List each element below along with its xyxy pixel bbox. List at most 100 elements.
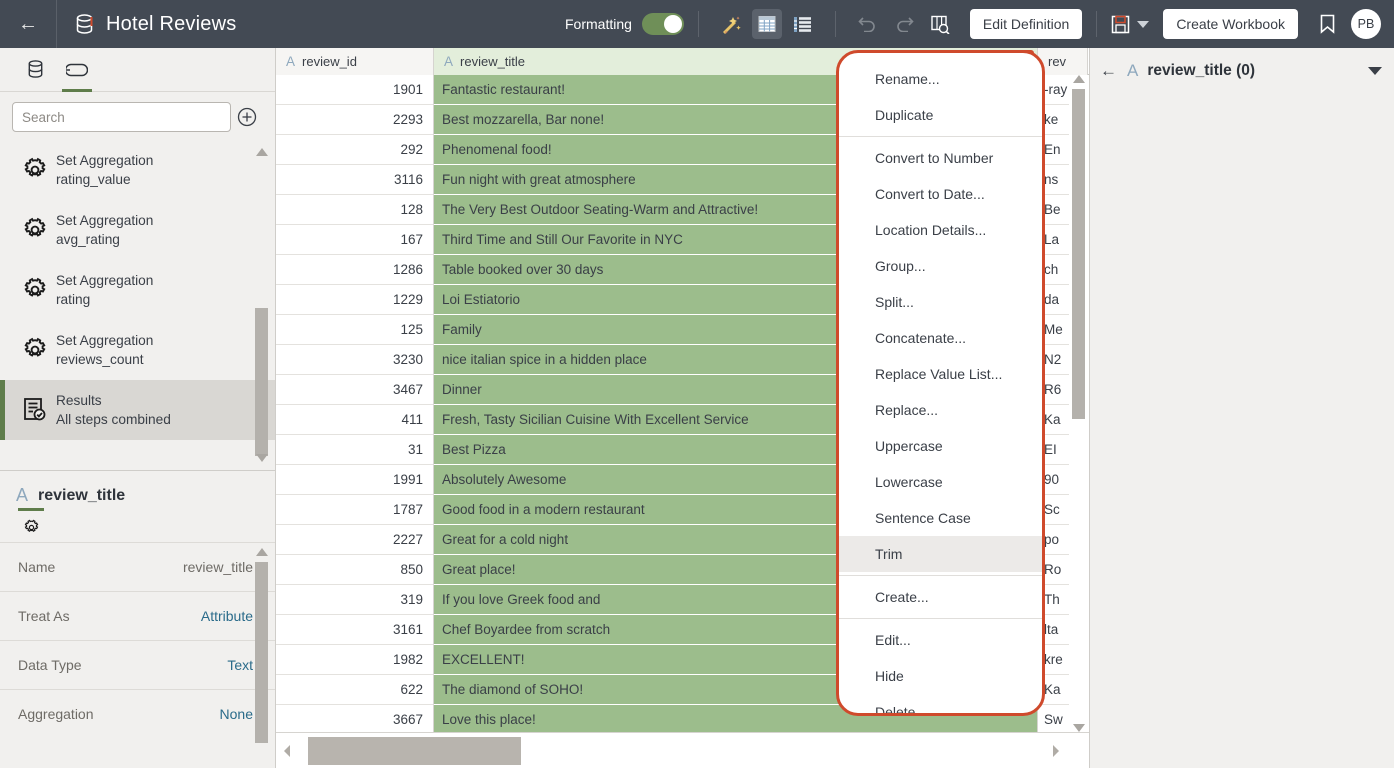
menu-item-split[interactable]: Split...	[839, 284, 1042, 320]
cell-review-id[interactable]: 1286	[276, 255, 434, 285]
gear-icon	[14, 336, 56, 364]
step-title: Set Aggregation	[56, 331, 153, 350]
column-context-menu: Rename...Duplicate Convert to NumberConve…	[836, 50, 1045, 716]
column-header-label: review_title	[460, 54, 525, 69]
step-item[interactable]: Set Aggregation rating_value	[0, 140, 275, 200]
avatar[interactable]: PB	[1351, 9, 1381, 39]
property-value[interactable]: None	[220, 706, 253, 722]
properties-scrollbar[interactable]	[255, 548, 269, 743]
field-tab-settings[interactable]	[16, 512, 46, 542]
menu-item-replace[interactable]: Replace...	[839, 392, 1042, 428]
formatting-toggle[interactable]	[642, 13, 684, 35]
cell-review-id[interactable]: 128	[276, 195, 434, 225]
cell-review-id[interactable]: 167	[276, 225, 434, 255]
magic-wand-icon[interactable]	[716, 9, 746, 39]
menu-item-uppercase[interactable]: Uppercase	[839, 428, 1042, 464]
grid-vscroll-track[interactable]	[1072, 75, 1086, 732]
chevron-right-icon[interactable]	[1045, 733, 1067, 768]
search-input[interactable]	[12, 102, 231, 132]
steps-scrollbar[interactable]	[255, 148, 269, 462]
step-title: Set Aggregation	[56, 151, 153, 170]
scrollbar-thumb[interactable]	[255, 562, 268, 743]
cell-review-id[interactable]: 1901	[276, 75, 434, 105]
bookmark-button[interactable]	[1312, 9, 1342, 39]
create-workbook-button[interactable]: Create Workbook	[1163, 9, 1298, 39]
right-panel-title: review_title (0)	[1147, 62, 1255, 80]
save-button[interactable]	[1111, 15, 1149, 34]
hscroll-thumb[interactable]	[308, 737, 521, 765]
menu-item-location-details[interactable]: Location Details...	[839, 212, 1042, 248]
cell-review-id[interactable]: 850	[276, 555, 434, 585]
cell-review-id[interactable]: 411	[276, 405, 434, 435]
grid-view-button[interactable]	[752, 9, 782, 39]
redo-button[interactable]	[889, 9, 919, 39]
lineage-button[interactable]	[925, 9, 955, 39]
property-key: Name	[18, 559, 55, 575]
scrollbar-thumb[interactable]	[1072, 89, 1085, 419]
undo-button[interactable]	[853, 9, 883, 39]
menu-item-group[interactable]: Group...	[839, 248, 1042, 284]
cell-review-id[interactable]: 3161	[276, 615, 434, 645]
step-item[interactable]: Set Aggregation reviews_count	[0, 320, 275, 380]
step-item[interactable]: Set Aggregation avg_rating	[0, 200, 275, 260]
step-text: Set Aggregation rating	[56, 271, 153, 309]
cell-review-id[interactable]: 1229	[276, 285, 434, 315]
scroll-up-icon[interactable]	[256, 548, 268, 556]
menu-item-convert-to-date[interactable]: Convert to Date...	[839, 176, 1042, 212]
property-value[interactable]: Attribute	[201, 608, 253, 624]
right-panel-header: ← A review_title (0)	[1090, 48, 1394, 94]
menu-item-duplicate[interactable]: Duplicate	[839, 97, 1042, 133]
cell-review-id[interactable]: 319	[276, 585, 434, 615]
cell-review-id[interactable]: 292	[276, 135, 434, 165]
cell-review-id[interactable]: 1787	[276, 495, 434, 525]
menu-item-hide[interactable]: Hide	[839, 658, 1042, 694]
step-title: Set Aggregation	[56, 271, 153, 290]
cell-review-id[interactable]: 3230	[276, 345, 434, 375]
menu-item-delete[interactable]: Delete	[839, 694, 1042, 716]
grid-vertical-scrollbar[interactable]	[1069, 75, 1089, 732]
menu-item-sentence-case[interactable]: Sentence Case	[839, 500, 1042, 536]
cell-review-id[interactable]: 622	[276, 675, 434, 705]
step-item[interactable]: Set Aggregation rating	[0, 260, 275, 320]
cell-review-id[interactable]: 2293	[276, 105, 434, 135]
menu-item-concatenate[interactable]: Concatenate...	[839, 320, 1042, 356]
menu-item-trim[interactable]: Trim	[839, 536, 1042, 572]
cell-review-id[interactable]: 1982	[276, 645, 434, 675]
grid-horizontal-scrollbar[interactable]	[276, 732, 1089, 768]
arrow-left-icon[interactable]: ←	[1100, 61, 1117, 81]
hscroll-track[interactable]	[298, 733, 1089, 768]
cell-review-id[interactable]: 2227	[276, 525, 434, 555]
cell-review-id[interactable]: 3116	[276, 165, 434, 195]
menu-item-rename[interactable]: Rename...	[839, 61, 1042, 97]
edit-definition-button[interactable]: Edit Definition	[970, 9, 1082, 39]
column-header-review-id[interactable]: A review_id	[276, 48, 434, 75]
property-value[interactable]: Text	[227, 657, 253, 673]
field-properties: Name review_title Treat As Attribute Dat…	[0, 542, 275, 738]
sidebar-tab-transforms[interactable]	[56, 48, 98, 92]
chevron-down-icon[interactable]	[1368, 67, 1382, 75]
scroll-down-icon[interactable]	[256, 454, 268, 462]
menu-item-edit[interactable]: Edit...	[839, 622, 1042, 658]
undo-icon	[858, 16, 878, 32]
cell-review-id[interactable]: 3667	[276, 705, 434, 735]
cell-review-id[interactable]: 31	[276, 435, 434, 465]
scroll-down-icon[interactable]	[1073, 724, 1085, 732]
column-header-rev[interactable]: rev	[1038, 48, 1088, 75]
list-view-button[interactable]	[788, 9, 818, 39]
sidebar-tab-data-sources[interactable]	[14, 48, 56, 92]
scroll-up-icon[interactable]	[256, 148, 268, 156]
add-step-button[interactable]	[231, 107, 263, 127]
menu-item-lowercase[interactable]: Lowercase	[839, 464, 1042, 500]
cell-review-id[interactable]: 3467	[276, 375, 434, 405]
scrollbar-thumb[interactable]	[255, 308, 268, 456]
menu-item-create[interactable]: Create...	[839, 579, 1042, 615]
back-button[interactable]: ←	[0, 0, 56, 48]
menu-item-convert-to-number[interactable]: Convert to Number	[839, 140, 1042, 176]
step-subtitle: rating	[56, 290, 153, 309]
cell-review-id[interactable]: 125	[276, 315, 434, 345]
step-item-results[interactable]: Results All steps combined	[0, 380, 275, 440]
menu-item-replace-value-list[interactable]: Replace Value List...	[839, 356, 1042, 392]
scroll-up-icon[interactable]	[1073, 75, 1085, 83]
cell-review-id[interactable]: 1991	[276, 465, 434, 495]
chevron-left-icon[interactable]	[276, 744, 298, 758]
